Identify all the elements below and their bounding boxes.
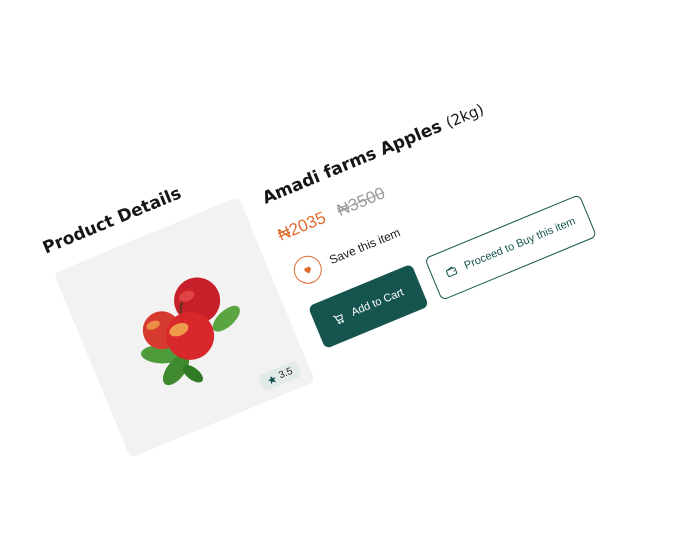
save-item-button[interactable] xyxy=(289,251,327,289)
wallet-icon xyxy=(446,266,458,277)
price-old: ₦3500 xyxy=(334,183,388,221)
star-icon xyxy=(267,375,277,384)
proceed-to-buy-label: Proceed to Buy this item xyxy=(462,215,578,272)
product-weight: (2kg) xyxy=(443,100,487,132)
product-info: Amadi farms Apples (2kg) ₦2035 ₦3500 Sav… xyxy=(245,10,598,350)
heart-icon xyxy=(304,266,311,274)
save-item-label[interactable]: Save this item xyxy=(327,225,402,267)
add-to-cart-label: Add to Cart xyxy=(349,286,406,319)
cart-icon xyxy=(333,313,345,324)
price-current: ₦2035 xyxy=(274,207,329,245)
page: Product Details 3.5 Amadi farms Apples (… xyxy=(0,0,679,549)
action-buttons: Add to Cart Proceed to Buy this item xyxy=(307,194,598,350)
product-details-panel: Product Details 3.5 Amadi farms Apples (… xyxy=(40,10,679,498)
proceed-to-buy-button[interactable]: Proceed to Buy this item xyxy=(424,194,598,301)
apples-image xyxy=(141,277,240,386)
rating-value: 3.5 xyxy=(277,365,295,382)
